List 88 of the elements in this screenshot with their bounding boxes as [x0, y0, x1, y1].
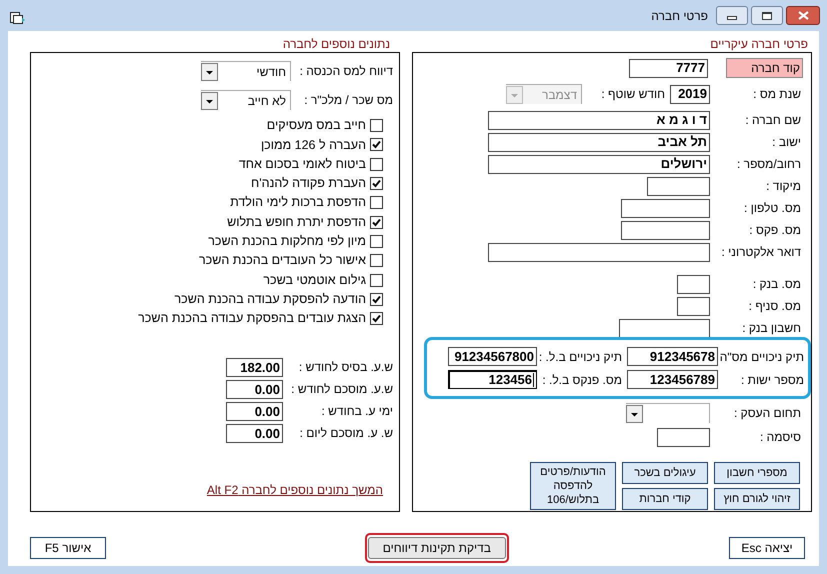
field-label: תיק ניכויים ב.ל. : [540, 348, 623, 366]
checkbox[interactable] [370, 254, 383, 268]
field-label: מס. פקס : [748, 222, 802, 239]
side-button[interactable]: הודעות/פרטים להדפסה בתלוש/106 [530, 462, 616, 510]
field-label: מס שכר / מלכ"ר : [303, 92, 394, 109]
field-label: תחום העסק : [733, 405, 802, 422]
checkbox-label: העברה ל 126 ממוכן [260, 136, 366, 154]
side-button[interactable]: זיהוי לגורם חוץ [714, 488, 800, 510]
dropdown-field[interactable] [626, 403, 710, 423]
field-label: חודש שוטף : [600, 86, 666, 103]
checkbox[interactable] [370, 138, 383, 152]
field-label: מס. סניף : [748, 298, 802, 315]
input-field[interactable]: 2019 [670, 84, 710, 104]
input-field[interactable]: 123456789 [627, 370, 718, 389]
maximize-button[interactable] [751, 6, 783, 25]
field-label: מספר ישות : [740, 372, 805, 388]
checkbox-label: הדפסת ברכות לימי הולדת [230, 194, 366, 212]
input-field[interactable]: 912345678 [627, 347, 718, 366]
minimize-button[interactable] [716, 6, 748, 25]
field-label: חשבון בנק : [741, 320, 802, 337]
checkbox-label: ביטוח לאומי בסכום אחד [238, 156, 366, 173]
input-field[interactable] [677, 274, 710, 294]
field-label: ש.ע. מוסכם לחודש : [290, 381, 394, 398]
checkbox-label: הודעה להפסקת עבודה בהכנת השכר [174, 290, 366, 308]
side-button[interactable]: קודי חברות [622, 488, 708, 510]
section-title: פרטי חברה עיקריים [709, 37, 809, 52]
field-label: שנת מס : [752, 86, 802, 103]
input-field[interactable]: ירושלים [488, 154, 710, 174]
input-field[interactable]: תל אביב [488, 132, 710, 152]
input-field[interactable] [619, 318, 710, 338]
field-label: ש.ע. בסיס לחודש : [298, 359, 394, 376]
checkbox[interactable] [370, 119, 383, 132]
close-icon [798, 11, 808, 20]
footer-button[interactable]: בדיקת תקינות דיווחים [368, 537, 506, 559]
checkbox[interactable] [370, 177, 383, 190]
input-field[interactable] [488, 242, 710, 262]
field-label: דואר אלקטרוני : [720, 244, 802, 261]
checkbox[interactable] [370, 196, 383, 210]
more-data-link[interactable]: המשך נתונים נוספים לחברה Alt F2 [206, 483, 383, 497]
input-field[interactable]: 0.00 [226, 380, 283, 399]
checkbox[interactable] [370, 292, 383, 306]
field-label: רחוב/מספר : [736, 156, 802, 173]
field-label: סיסמה : [758, 429, 802, 446]
checkbox-label: אישור כל העובדים בהכנת השכר [198, 252, 366, 270]
field-label: מס. פנקס ב.ל. : [541, 372, 623, 388]
input-field[interactable] [621, 198, 710, 218]
input-field[interactable]: ד ו ג מ א [488, 110, 710, 130]
dropdown-field[interactable]: לא חייב [201, 90, 291, 110]
input-field[interactable] [657, 428, 710, 446]
field-label: ש. ע. מוסכם ליום : [298, 425, 394, 442]
field-label: מס. בנק : [752, 276, 802, 293]
checkbox[interactable] [370, 274, 383, 287]
field-label: מיקוד : [765, 178, 802, 195]
input-field[interactable]: 91234567800 [448, 347, 537, 366]
checkbox-label: הדפסת יתרת חופש בתלוש [227, 214, 366, 231]
checkbox[interactable] [370, 234, 383, 248]
field-label: שם חברה : [744, 112, 802, 129]
input-field[interactable]: 123456 [448, 370, 537, 389]
input-field[interactable]: 7777 [629, 58, 708, 78]
checkbox[interactable] [370, 312, 383, 326]
section-title: נתונים נוספים לחברה [282, 37, 391, 52]
checkbox-label: מיון לפי מחלקות בהכנת השכר [208, 233, 366, 250]
side-button[interactable]: מספרי חשבון [714, 462, 800, 484]
app-icon[interactable] [10, 12, 25, 25]
side-button[interactable]: עיגולים בשכר [622, 462, 708, 484]
checkbox-label: חייב במס מעסיקים [266, 117, 366, 134]
field-label: תיק ניכויים מס"ה [721, 348, 805, 366]
input-field[interactable]: 182.00 [226, 358, 283, 377]
input-field[interactable] [647, 176, 710, 196]
footer-button[interactable]: יציאה Esc [729, 537, 805, 559]
input-field[interactable]: 0.00 [226, 424, 283, 443]
close-button[interactable] [786, 6, 820, 25]
field-label: ימי ע. בחודש : [320, 403, 394, 420]
field-label: דיווח למס הכנסה : [299, 63, 394, 80]
checkbox-label: העברת פקודה להנה'ח [251, 175, 366, 192]
field-label: מס. טלפון : [743, 200, 802, 217]
checkbox-label: הצגת עובדים בהפסקת עבודה בהכנת השכר [138, 310, 366, 328]
input-field[interactable]: 0.00 [226, 402, 283, 421]
field-label: קוד חברה [726, 58, 803, 78]
checkbox-label: גילום אוטמטי בשכר [263, 272, 366, 289]
input-field[interactable] [677, 296, 710, 316]
field-label: ישוב : [771, 134, 802, 151]
dropdown-field[interactable]: חודשי [201, 61, 291, 81]
footer-button[interactable]: אישור F5 [30, 537, 106, 559]
input-field[interactable] [621, 220, 710, 240]
checkbox[interactable] [370, 216, 383, 229]
checkbox[interactable] [370, 158, 383, 171]
window-title: פרטי חברה [651, 8, 708, 24]
